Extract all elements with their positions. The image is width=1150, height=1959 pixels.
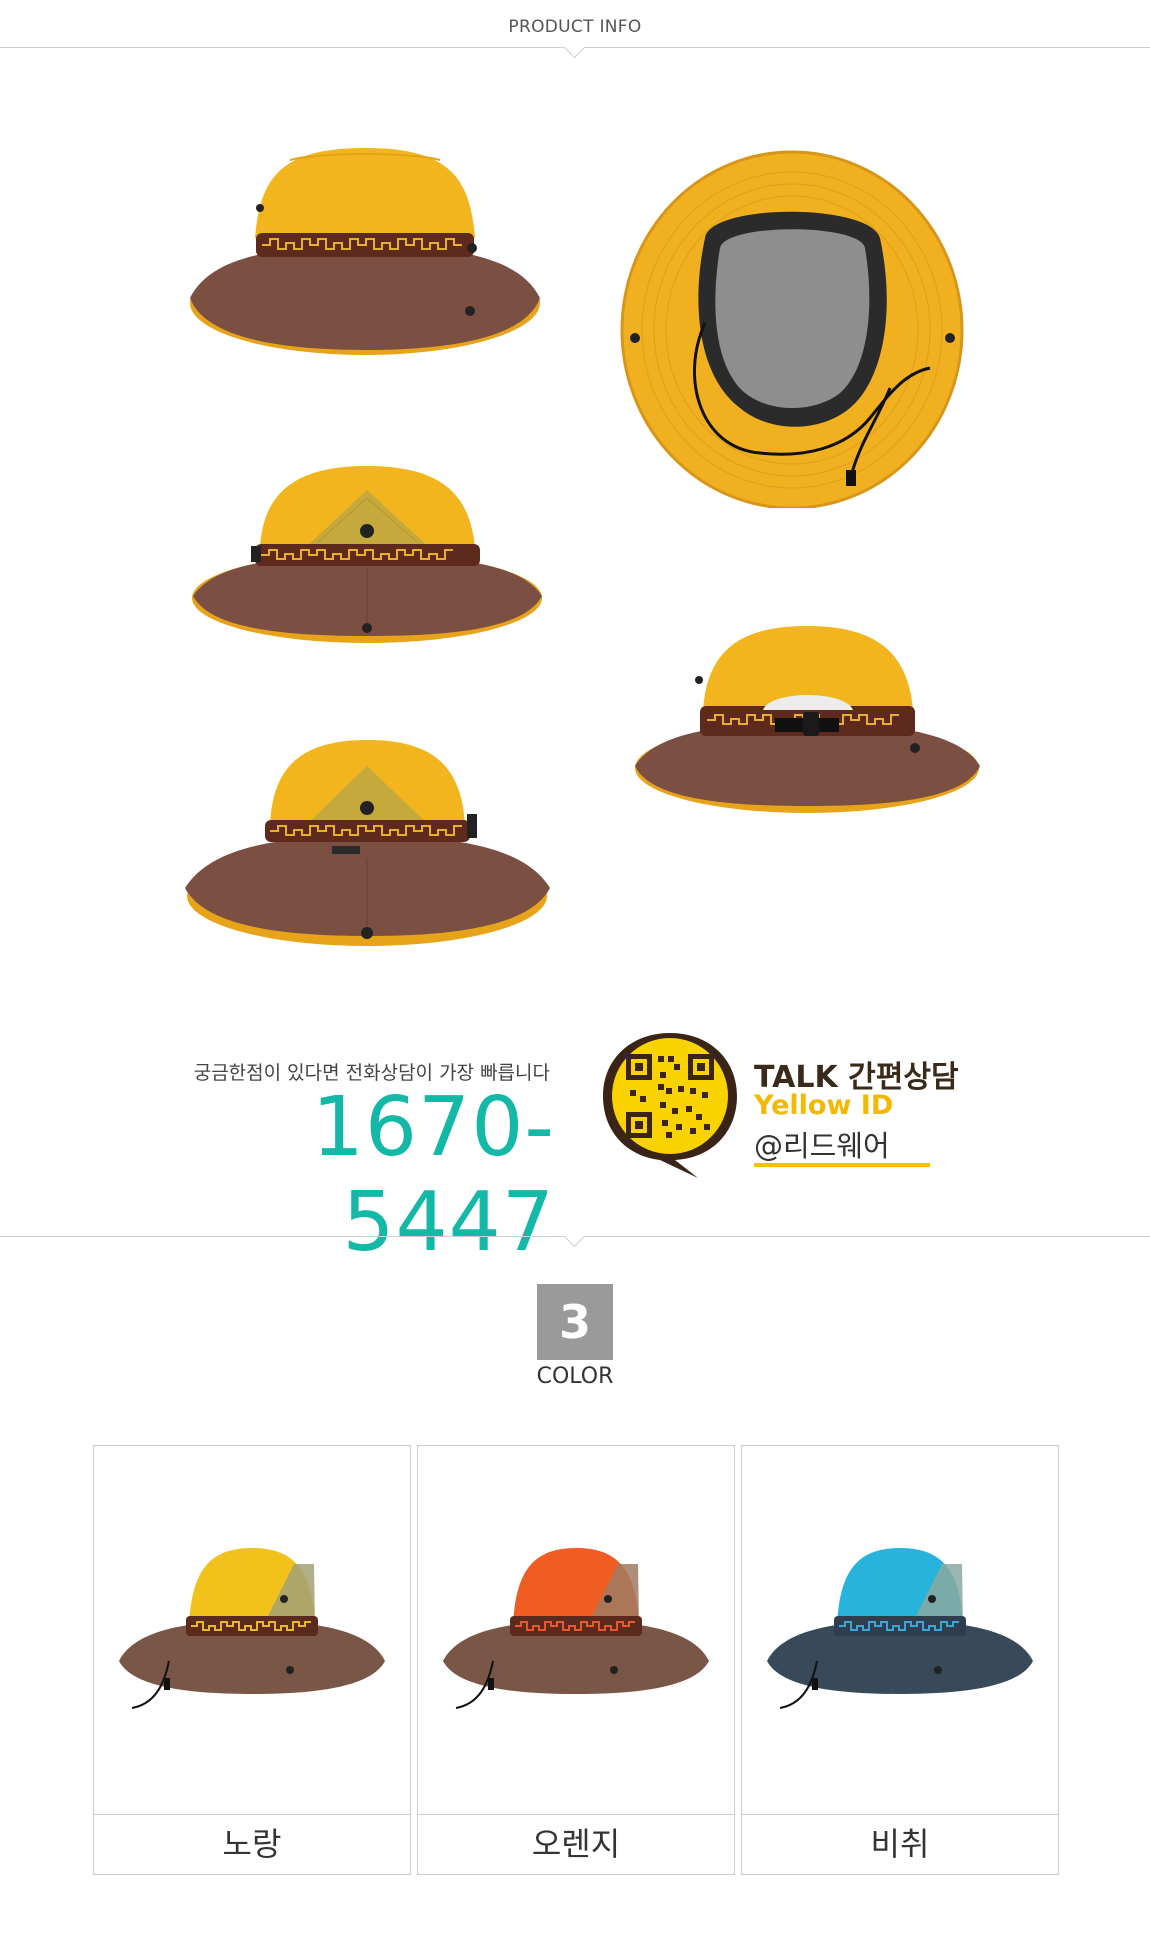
hat-front-view bbox=[190, 148, 540, 355]
color-thumbnail bbox=[418, 1446, 734, 1815]
kakao-id-underline bbox=[754, 1163, 930, 1167]
color-card-yellow[interactable]: 노랑 bbox=[93, 1445, 411, 1875]
kakao-yellow-id-label: Yellow ID bbox=[754, 1090, 894, 1121]
color-name: 오렌지 bbox=[531, 1825, 621, 1863]
hat-orange-thumbnail bbox=[443, 1548, 709, 1709]
section-header: PRODUCT INFO bbox=[0, 0, 1150, 59]
hat-jade-thumbnail bbox=[767, 1548, 1033, 1709]
color-name: 비취 bbox=[870, 1825, 930, 1863]
divider-notch bbox=[563, 1225, 586, 1248]
hat-inside-view bbox=[620, 150, 964, 508]
section-title: PRODUCT INFO bbox=[508, 17, 642, 37]
hat-side-view bbox=[192, 466, 542, 643]
color-thumbnail bbox=[742, 1446, 1058, 1815]
contact-banner: 궁금한점이 있다면 전화상담이 가장 빠릅니다 1670-5447 TALK 간… bbox=[0, 1010, 1150, 1270]
color-card-orange[interactable]: 오렌지 bbox=[417, 1445, 735, 1875]
color-count-badge: 3 bbox=[537, 1284, 613, 1360]
color-name: 노랑 bbox=[222, 1825, 282, 1863]
product-photos bbox=[0, 48, 1150, 1008]
hat-yellow-thumbnail bbox=[119, 1548, 385, 1709]
color-section-label: COLOR bbox=[536, 1364, 614, 1389]
color-thumbnail bbox=[94, 1446, 410, 1815]
hat-side-view-2 bbox=[185, 740, 550, 946]
phone-number[interactable]: 1670-5447 bbox=[160, 1080, 555, 1270]
color-card-jade[interactable]: 비취 bbox=[741, 1445, 1059, 1875]
kakao-qr-icon[interactable] bbox=[600, 1028, 740, 1178]
hat-back-view bbox=[635, 626, 980, 813]
kakao-id[interactable]: @리드웨어 bbox=[754, 1123, 890, 1165]
